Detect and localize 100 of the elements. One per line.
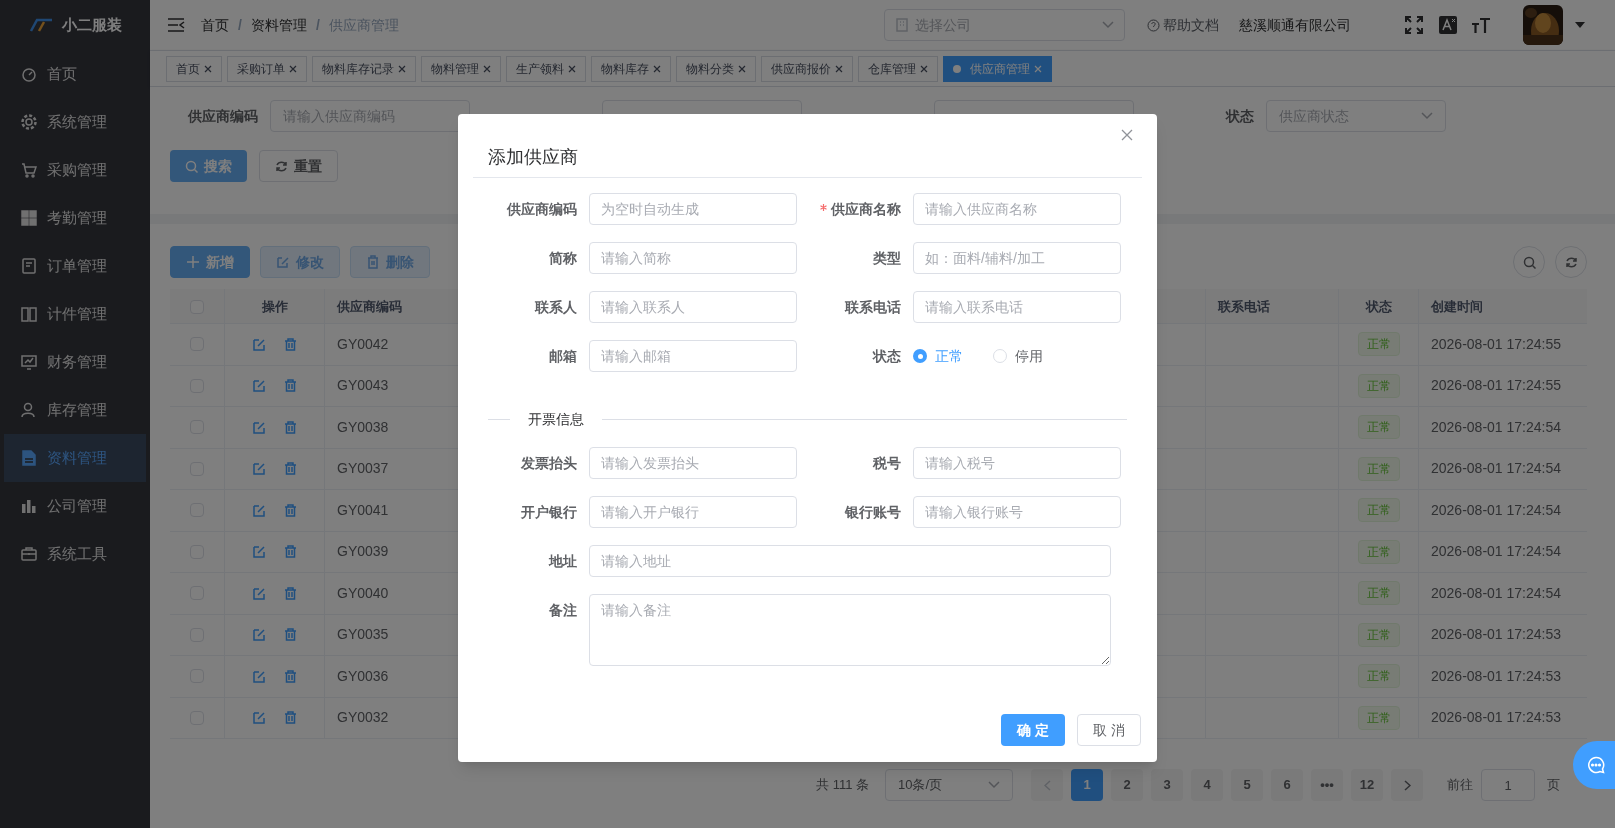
input-field[interactable]: 请输入地址 <box>589 545 1111 577</box>
input-field[interactable]: 如：面料/辅料/加工 <box>913 242 1121 274</box>
field-label: 地址 <box>547 552 578 571</box>
sidebar-item[interactable]: 库存管理 <box>4 386 146 434</box>
sidebar-item[interactable]: 系统工具 <box>4 530 146 578</box>
trash-icon[interactable] <box>283 503 297 517</box>
trash-icon[interactable] <box>283 379 297 393</box>
edit-icon[interactable] <box>252 420 266 434</box>
input-field[interactable]: 请输入邮箱 <box>589 340 797 372</box>
table-cell-text: GY0035 <box>336 625 390 645</box>
chevron-right-icon <box>1403 779 1411 791</box>
table-cell-text: 2026-08-01 17:24:54 <box>1430 583 1562 603</box>
field-label: 状态 <box>1224 106 1255 126</box>
input-field[interactable]: 请输入银行账号 <box>913 496 1121 528</box>
help-link[interactable]: 帮助文档 <box>1147 14 1219 36</box>
page-tab[interactable]: 采购订单 <box>227 55 307 82</box>
input-field[interactable]: 请输入发票抬头 <box>589 447 797 479</box>
sidebar-item[interactable]: 计件管理 <box>4 290 146 338</box>
fullscreen-icon[interactable] <box>1405 16 1423 34</box>
page-tab[interactable]: 物料库存记录 <box>312 55 416 82</box>
input-field[interactable]: 请输入供应商名称 <box>913 193 1121 225</box>
page-button[interactable]: 3 <box>1151 769 1183 801</box>
breadcrumb-item[interactable]: 资料管理 <box>250 14 307 36</box>
radio-option[interactable]: 正常 <box>913 345 963 367</box>
menu-icon[interactable] <box>167 17 185 33</box>
edit-icon[interactable] <box>252 462 266 476</box>
page-tab[interactable]: 供应商报价 <box>761 55 853 82</box>
input-field[interactable]: 请输入联系电话 <box>913 291 1121 323</box>
edit-icon[interactable] <box>252 545 266 559</box>
page-tab[interactable]: 首页 <box>166 55 222 82</box>
caret-down-icon[interactable] <box>1575 22 1585 28</box>
sidebar-item[interactable]: 系统管理 <box>4 98 146 146</box>
input-field[interactable]: 请输入税号 <box>913 447 1121 479</box>
translate-icon[interactable] <box>1439 16 1457 34</box>
table-cell-text: 2026-08-01 17:24:53 <box>1430 625 1562 645</box>
page-button[interactable]: 2 <box>1111 769 1143 801</box>
page-number-field[interactable]: 1 <box>1481 769 1535 801</box>
page-button[interactable]: 4 <box>1191 769 1223 801</box>
page-tab[interactable]: 物料库存 <box>591 55 671 82</box>
reset-button[interactable]: 重置 <box>259 150 338 182</box>
table-cell-text: GY0038 <box>336 417 390 437</box>
sidebar-item[interactable]: 订单管理 <box>4 242 146 290</box>
previous-page-button[interactable] <box>1031 769 1063 801</box>
table-cell-text: GY0037 <box>336 459 390 479</box>
page-button[interactable]: 5 <box>1231 769 1263 801</box>
breadcrumb-separator: / <box>315 15 320 35</box>
input-field[interactable]: 请输入简称 <box>589 242 797 274</box>
status-tag: 正常 <box>1357 456 1400 481</box>
trash-icon[interactable] <box>283 586 297 600</box>
next-page-button[interactable] <box>1391 769 1423 801</box>
page-button[interactable]: ••• <box>1311 769 1343 801</box>
page-button[interactable]: 12 <box>1351 769 1383 801</box>
trash-icon[interactable] <box>283 669 297 683</box>
page-tab[interactable]: 仓库管理 <box>858 55 938 82</box>
cancel-button[interactable]: 取 消 <box>1077 714 1141 746</box>
chevron-left-icon <box>1043 779 1051 791</box>
edit-icon[interactable] <box>252 337 266 351</box>
trash-icon[interactable] <box>283 628 297 642</box>
edit-icon[interactable] <box>252 711 266 725</box>
edit-icon[interactable] <box>252 503 266 517</box>
trash-icon[interactable] <box>283 711 297 725</box>
close-icon <box>653 64 661 73</box>
input-field[interactable]: 为空时自动生成 <box>589 193 797 225</box>
edit-icon[interactable] <box>252 628 266 642</box>
edit-icon[interactable] <box>252 669 266 683</box>
page-tab[interactable]: 物料分类 <box>676 55 756 82</box>
remarks-field[interactable]: 请输入备注 <box>589 594 1111 666</box>
input-field[interactable]: 请输入开户银行 <box>589 496 797 528</box>
text-size-icon[interactable] <box>1471 16 1491 34</box>
trash-icon[interactable] <box>283 462 297 476</box>
sidebar-item[interactable]: 资料管理 <box>4 434 146 482</box>
close-icon[interactable] <box>1121 129 1133 141</box>
page-size-select[interactable]: 10条/页 <box>885 769 1013 801</box>
edit-icon[interactable] <box>252 379 266 393</box>
section-title: 开票信息 <box>527 409 585 429</box>
page-button[interactable]: 1 <box>1071 769 1103 801</box>
page-tab[interactable]: 生产领料 <box>506 55 586 82</box>
edit-icon[interactable] <box>252 586 266 600</box>
close-icon <box>398 64 406 73</box>
breadcrumb-item[interactable]: 首页 <box>201 14 229 36</box>
add-button[interactable]: 新增 <box>170 246 250 278</box>
field-label: 税号 <box>871 454 902 473</box>
field-label: 供应商名称 <box>797 193 913 225</box>
sidebar-item[interactable]: 考勤管理 <box>4 194 146 242</box>
sidebar-item[interactable]: 财务管理 <box>4 338 146 386</box>
page-tab[interactable]: 供应商管理 <box>943 55 1052 82</box>
page-button[interactable]: 6 <box>1271 769 1303 801</box>
search-button[interactable]: 搜索 <box>170 150 247 182</box>
breadcrumb-separator: / <box>238 15 242 35</box>
sidebar-item[interactable]: 首页 <box>4 50 146 98</box>
sidebar-item[interactable]: 公司管理 <box>4 482 146 530</box>
trash-icon[interactable] <box>283 337 297 351</box>
page-tab[interactable]: 物料管理 <box>421 55 501 82</box>
trash-icon[interactable] <box>283 545 297 559</box>
sidebar-item[interactable]: 采购管理 <box>4 146 146 194</box>
input-field[interactable]: 请输入联系人 <box>589 291 797 323</box>
toolbox-icon <box>21 546 37 562</box>
trash-icon[interactable] <box>283 420 297 434</box>
radio-option[interactable]: 停用 <box>993 345 1043 367</box>
confirm-button[interactable]: 确 定 <box>1001 714 1066 746</box>
